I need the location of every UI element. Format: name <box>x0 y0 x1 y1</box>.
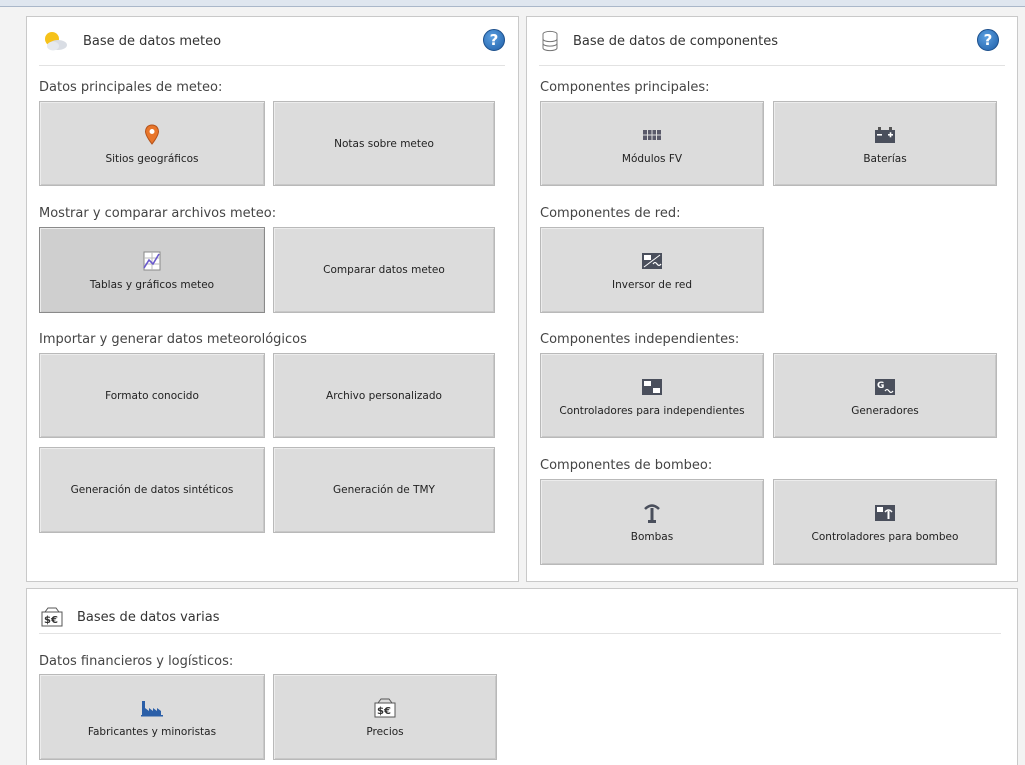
inverter-icon <box>641 249 663 273</box>
components-section-standalone-label: Componentes independientes: <box>540 332 740 347</box>
prices-tag-icon: $€ <box>41 607 63 627</box>
tmy-generation-button[interactable]: Generación de TMY <box>273 447 495 533</box>
meteo-help-button[interactable]: ? <box>483 29 505 51</box>
components-help-button[interactable]: ? <box>977 29 999 51</box>
meteo-notes-button[interactable]: Notas sobre meteo <box>273 101 495 186</box>
pump-controller-icon <box>874 501 896 525</box>
known-format-label: Formato conocido <box>105 389 199 402</box>
pv-module-icon <box>642 123 662 147</box>
meteo-section-compare-label: Mostrar y comparar archivos meteo: <box>39 206 277 221</box>
misc-header-divider <box>39 633 1001 634</box>
components-section-pumping-label: Componentes de bombeo: <box>540 458 713 473</box>
pv-modules-label: Módulos FV <box>621 152 683 165</box>
meteo-panel-header: Base de datos meteo <box>41 29 221 53</box>
grid-inverter-label: Inversor de red <box>612 279 692 291</box>
batteries-button[interactable]: Baterías <box>773 101 997 186</box>
svg-text:$€: $€ <box>44 615 58 626</box>
batteries-label: Baterías <box>863 152 907 165</box>
generators-label: Generadores <box>851 404 919 417</box>
misc-databases-panel: $€ Bases de datos varias Datos financier… <box>26 588 1018 765</box>
pump-controllers-label: Controladores para bombeo <box>811 531 959 543</box>
components-section-main-label: Componentes principales: <box>540 80 710 95</box>
prices-label: Precios <box>366 726 404 738</box>
svg-text:G: G <box>877 381 884 391</box>
tmy-generation-label: Generación de TMY <box>333 484 435 496</box>
meteo-tables-graphs-label: Tablas y gráficos meteo <box>89 279 215 291</box>
chart-table-icon <box>141 249 163 273</box>
prices-icon: $€ <box>374 696 396 720</box>
sun-cloud-icon <box>41 29 69 53</box>
compare-meteo-label: Comparar datos meteo <box>323 264 445 276</box>
compare-meteo-button[interactable]: Comparar datos meteo <box>273 227 495 313</box>
synthetic-data-button[interactable]: Generación de datos sintéticos <box>39 447 265 533</box>
manufacturers-retailers-button[interactable]: Fabricantes y minoristas <box>39 674 265 760</box>
controller-icon <box>641 375 663 399</box>
components-section-grid-label: Componentes de red: <box>540 206 681 221</box>
manufacturers-retailers-label: Fabricantes y minoristas <box>87 726 217 738</box>
meteo-database-panel: Base de datos meteo ? Datos principales … <box>26 16 519 582</box>
meteo-panel-title: Base de datos meteo <box>83 33 222 49</box>
meteo-section-import-label: Importar y generar datos meteorológicos <box>39 332 307 347</box>
misc-panel-header: $€ Bases de datos varias <box>41 605 219 629</box>
factory-icon <box>140 696 164 720</box>
meteo-header-divider <box>39 65 505 66</box>
components-panel-title: Base de datos de componentes <box>573 33 779 49</box>
svg-text:$€: $€ <box>377 706 391 717</box>
pump-icon <box>643 501 661 525</box>
components-database-panel: Base de datos de componentes ? Component… <box>526 16 1018 582</box>
pumps-label: Bombas <box>630 531 674 543</box>
grid-inverter-button[interactable]: Inversor de red <box>540 227 764 313</box>
components-header-divider <box>539 65 1005 66</box>
generators-button[interactable]: G Generadores <box>773 353 997 438</box>
prices-button[interactable]: $€ Precios <box>273 674 497 760</box>
misc-panel-title: Bases de datos varias <box>77 609 220 625</box>
meteo-section-main-label: Datos principales de meteo: <box>39 80 223 95</box>
pumps-button[interactable]: Bombas <box>540 479 764 565</box>
generator-icon: G <box>874 375 896 399</box>
synthetic-data-label: Generación de datos sintéticos <box>70 484 234 496</box>
known-format-button[interactable]: Formato conocido <box>39 353 265 438</box>
location-pin-icon <box>144 123 160 147</box>
geographic-sites-button[interactable]: Sitios geográficos <box>39 101 265 186</box>
pv-modules-button[interactable]: Módulos FV <box>540 101 764 186</box>
components-panel-header: Base de datos de componentes <box>541 29 778 53</box>
geographic-sites-label: Sitios geográficos <box>105 152 199 165</box>
misc-section-financial-label: Datos financieros y logísticos: <box>39 654 234 669</box>
meteo-tables-graphs-button[interactable]: Tablas y gráficos meteo <box>39 227 265 313</box>
database-icon <box>541 30 559 52</box>
standalone-controllers-label: Controladores para independientes <box>559 404 745 417</box>
pump-controllers-button[interactable]: Controladores para bombeo <box>773 479 997 565</box>
window-top-bar <box>0 0 1025 7</box>
custom-file-button[interactable]: Archivo personalizado <box>273 353 495 438</box>
meteo-notes-label: Notas sobre meteo <box>334 137 434 150</box>
custom-file-label: Archivo personalizado <box>326 389 442 402</box>
battery-icon <box>874 123 896 147</box>
standalone-controllers-button[interactable]: Controladores para independientes <box>540 353 764 438</box>
